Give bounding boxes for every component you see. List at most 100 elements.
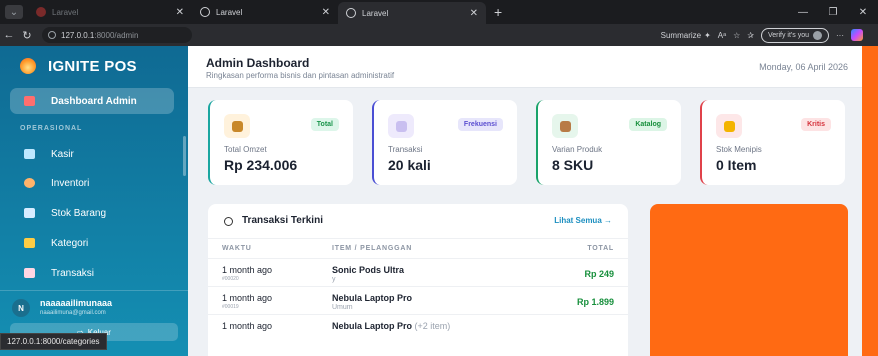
url-host: 127.0.0.1: [61, 30, 95, 40]
tab-actions-button[interactable]: ⌄: [0, 0, 28, 24]
sidebar-item-inventori[interactable]: Inventori: [10, 170, 174, 196]
stat-card-transaksi: Frekuensi Transaksi 20 kali: [372, 100, 517, 185]
table-row[interactable]: 1 month ago Nebula Laptop Pro (+2 item): [208, 314, 628, 342]
sidebar-scrollbar[interactable]: [183, 136, 186, 176]
close-window-icon[interactable]: ✕: [848, 7, 878, 18]
sidebar-item-label: Inventori: [51, 177, 90, 189]
row-customer: y: [332, 276, 336, 283]
verify-label: Verify it's you: [767, 31, 809, 39]
chevron-down-icon: ⌄: [5, 5, 23, 19]
browser-tab-3-active[interactable]: Laravel ✕: [338, 2, 486, 24]
sidebar: IGNITE POS Dashboard Admin OPERASIONAL K…: [0, 46, 188, 356]
panel-title: Transaksi Terkini: [242, 215, 323, 226]
browser-tab-1[interactable]: Laravel ✕: [28, 0, 192, 24]
section-label-operasional: OPERASIONAL: [20, 125, 83, 132]
table-row[interactable]: 1 month ago #00020 Sonic Pods Ultra y Rp…: [208, 258, 628, 286]
stock-icon: [24, 208, 35, 218]
column-header-item: ITEM / PELANGGAN: [332, 245, 413, 252]
sidebar-item-transaksi[interactable]: Transaksi: [10, 260, 174, 286]
transaction-icon: [24, 268, 35, 278]
view-all-link[interactable]: Lihat Semua →: [554, 216, 612, 225]
sidebar-item-label: Dashboard Admin: [51, 95, 137, 107]
row-item-name: Nebula Laptop Pro: [332, 321, 413, 331]
stat-badge: Frekuensi: [457, 118, 503, 131]
read-aloud-icon[interactable]: Aᵃ: [718, 31, 726, 40]
row-item-name: Sonic Pods Ultra: [332, 265, 405, 275]
row-item-name: Nebula Laptop Pro: [332, 293, 413, 303]
new-tab-icon[interactable]: +: [486, 4, 510, 20]
page-subtitle: Ringkasan performa bisnis dan pintasan a…: [206, 71, 395, 80]
copilot-icon[interactable]: [851, 29, 863, 41]
row-total: Rp 249: [584, 269, 614, 279]
row-item: Nebula Laptop Pro: [332, 293, 412, 303]
row-time: 1 month ago: [222, 321, 273, 331]
right-decorative-panel: [862, 46, 878, 356]
folder-icon: [24, 238, 35, 248]
sidebar-item-label: Kasir: [51, 148, 74, 160]
column-header-waktu: WAKTU: [222, 245, 252, 252]
stat-badge: Kritis: [801, 118, 831, 131]
sidebar-item-dashboard-admin[interactable]: Dashboard Admin: [10, 88, 174, 114]
row-time: 1 month ago: [222, 265, 273, 275]
table-header: WAKTU ITEM / PELANGGAN TOTAL: [208, 238, 628, 258]
reload-icon[interactable]: ↻: [18, 29, 36, 42]
avatar[interactable]: N: [12, 299, 30, 317]
row-time: 1 month ago: [222, 293, 273, 303]
stat-card-total-omzet: Total Total Omzet Rp 234.006: [208, 100, 353, 185]
receipt-icon: [388, 114, 414, 138]
flame-icon: [20, 58, 36, 74]
tab-title: Laravel: [216, 7, 243, 17]
brand[interactable]: IGNITE POS: [0, 46, 188, 86]
window-controls: — ❐ ✕: [788, 0, 878, 24]
url-field[interactable]: 127.0.0.1:8000/admin: [42, 27, 192, 43]
info-icon[interactable]: [48, 31, 56, 39]
row-item: Nebula Laptop Pro (+2 item): [332, 321, 450, 331]
favorite-icon[interactable]: ☆: [733, 31, 740, 40]
user-email: naaailimuna@gmail.com: [40, 310, 106, 316]
warning-icon: [716, 114, 742, 138]
cashier-icon: [24, 149, 35, 159]
stat-badge: Katalog: [629, 118, 667, 131]
address-bar-row: ← ↻ 127.0.0.1:8000/admin Summarize ✦ Aᵃ ☆…: [0, 24, 878, 46]
stat-label: Varian Produk: [552, 145, 603, 154]
verify-button[interactable]: Verify it's you: [760, 27, 829, 43]
close-icon[interactable]: ✕: [322, 7, 330, 18]
restore-icon[interactable]: ❐: [818, 7, 848, 18]
favorites-list-icon[interactable]: ✰: [747, 31, 754, 40]
stat-label: Stok Menipis: [716, 145, 762, 154]
table-row[interactable]: 1 month ago #00019 Nebula Laptop Pro Umu…: [208, 286, 628, 314]
more-icon[interactable]: ···: [836, 31, 844, 40]
close-icon[interactable]: ✕: [176, 7, 184, 18]
close-icon[interactable]: ✕: [470, 8, 478, 19]
stat-value: 0 Item: [716, 157, 757, 173]
dashboard-icon: [24, 96, 35, 106]
row-item: Sonic Pods Ultra: [332, 265, 404, 275]
stat-card-varian-produk: Katalog Varian Produk 8 SKU: [536, 100, 681, 185]
browser-tab-strip: ⌄ Laravel ✕ Laravel ✕ Laravel ✕ + — ❐ ✕: [0, 0, 878, 24]
stat-value: 20 kali: [388, 157, 431, 173]
sidebar-item-kategori[interactable]: Kategori: [10, 230, 174, 256]
globe-icon: [200, 7, 210, 17]
stat-value: 8 SKU: [552, 157, 594, 173]
current-date: Monday, 06 April 2026: [759, 62, 848, 72]
row-customer: Umum: [332, 304, 353, 311]
tab-title: Laravel: [52, 7, 79, 17]
status-url-tooltip: 127.0.0.1:8000/categories: [0, 333, 107, 350]
recent-transactions-panel: Transaksi Terkini Lihat Semua → WAKTU IT…: [208, 204, 628, 356]
page-header: Admin Dashboard Ringkasan performa bisni…: [188, 46, 862, 88]
browser-tab-2[interactable]: Laravel ✕: [192, 0, 338, 24]
sidebar-item-stok-barang[interactable]: Stok Barang: [10, 200, 174, 226]
column-header-total: TOTAL: [587, 245, 614, 252]
summarize-button[interactable]: Summarize ✦: [661, 31, 711, 40]
sidebar-item-kasir[interactable]: Kasir: [10, 141, 174, 167]
minimize-icon[interactable]: —: [788, 7, 818, 18]
url-path: :8000/admin: [94, 30, 139, 40]
row-total: Rp 1.899: [576, 297, 614, 307]
stat-card-stok-menipis: Kritis Stok Menipis 0 Item: [700, 100, 845, 185]
browser-toolbar-right: Summarize ✦ Aᵃ ☆ ✰ Verify it's you ···: [661, 24, 878, 46]
sidebar-item-label: Stok Barang: [51, 207, 107, 219]
stat-badge: Total: [310, 118, 339, 131]
back-icon[interactable]: ←: [0, 29, 18, 41]
page-title: Admin Dashboard: [206, 56, 310, 70]
stat-label: Transaksi: [388, 145, 423, 154]
